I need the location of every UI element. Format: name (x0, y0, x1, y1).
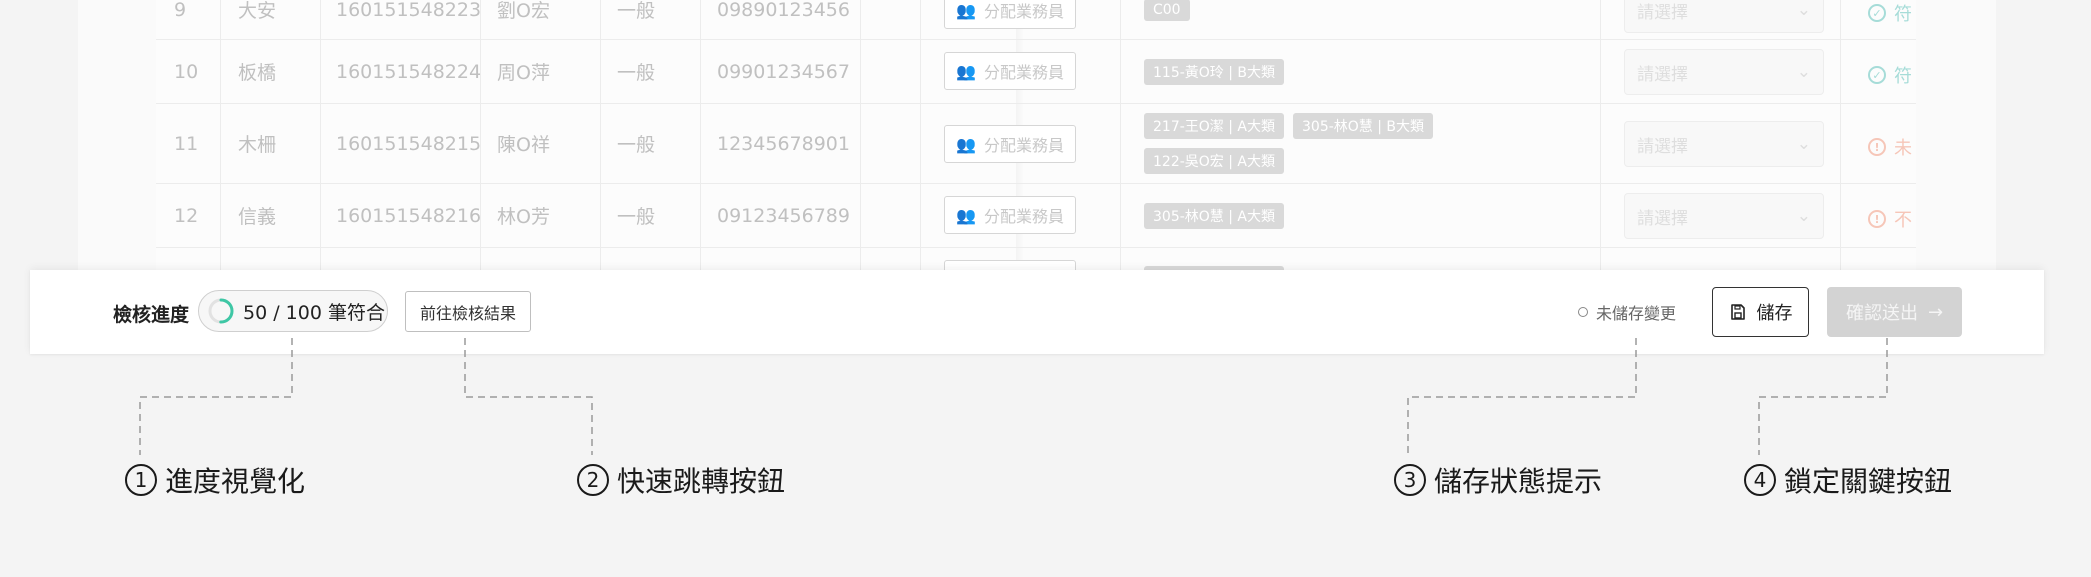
callout-text: 快速跳轉按鈕 (617, 465, 786, 498)
callout-progress-visualization: 1 進度視覺化 (125, 460, 305, 500)
callout-line-2 (464, 338, 593, 455)
callout-lock-key-button: 4 鎖定關鍵按鈕 (1744, 460, 1952, 500)
callout-number: 1 (125, 464, 157, 496)
callout-save-status-hint: 3 儲存狀態提示 (1394, 460, 1602, 500)
callout-line-1 (139, 338, 293, 455)
callout-number: 3 (1394, 464, 1426, 496)
callout-number: 2 (577, 464, 609, 496)
callout-number: 4 (1744, 464, 1776, 496)
callout-text: 儲存狀態提示 (1434, 465, 1603, 498)
callout-line-3 (1407, 338, 1637, 455)
callout-line-4 (1758, 338, 1888, 455)
callout-quick-jump-button: 2 快速跳轉按鈕 (577, 460, 785, 500)
callout-text: 鎖定關鍵按鈕 (1784, 465, 1953, 498)
callout-text: 進度視覺化 (165, 465, 306, 498)
